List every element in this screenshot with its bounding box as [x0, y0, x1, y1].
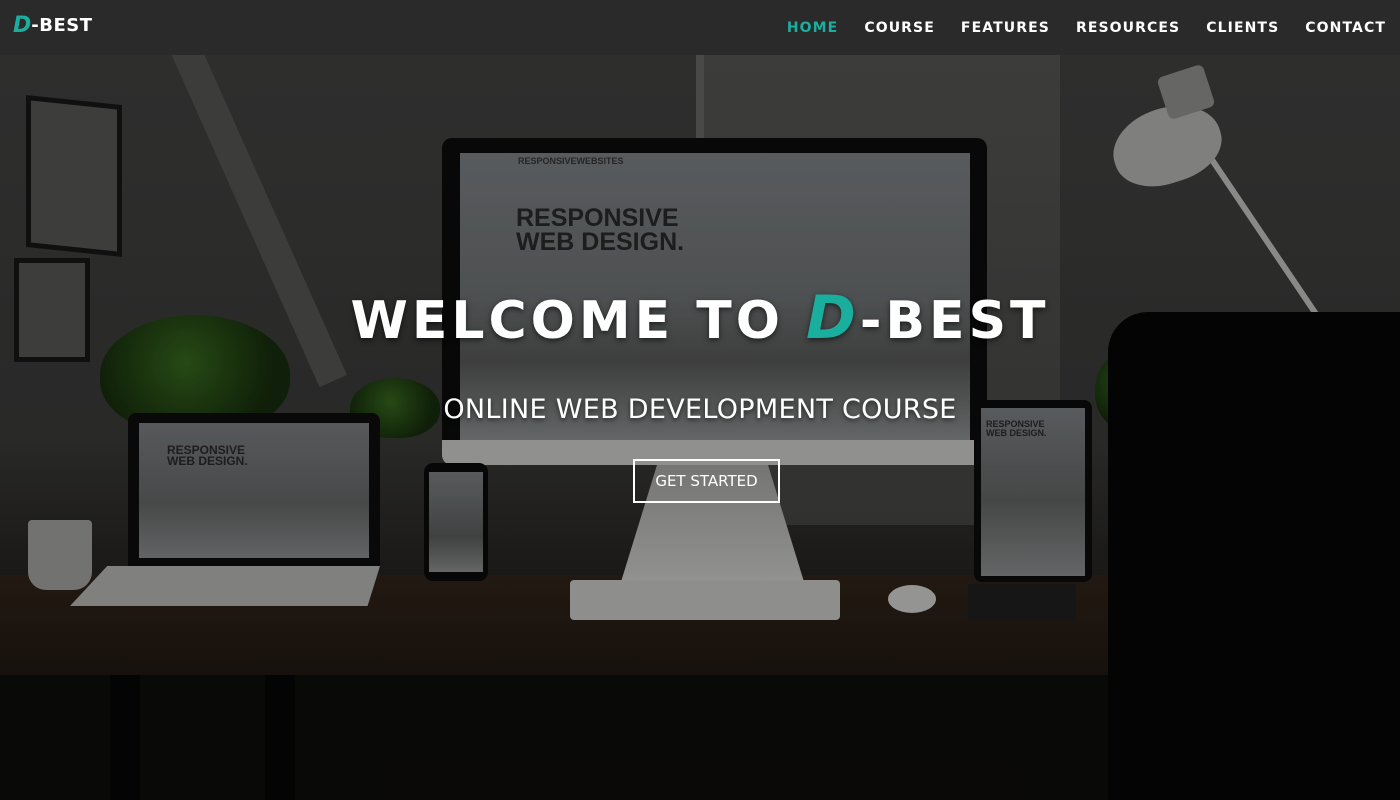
navbar: D -BEST HOME COURSE FEATURES RESOURCES C… [0, 0, 1400, 55]
get-started-button[interactable]: GET STARTED [633, 459, 780, 503]
hero-title-prefix: WELCOME TO [350, 291, 807, 351]
hero-subtitle: ONLINE WEB DEVELOPMENT COURSE [443, 394, 957, 425]
nav-link-contact[interactable]: CONTACT [1305, 20, 1386, 36]
logo-mark: D [13, 13, 32, 38]
hero-title-suffix: -BEST [859, 291, 1050, 351]
hero-title-mark: D [806, 283, 860, 353]
nav-link-resources[interactable]: RESOURCES [1076, 20, 1180, 36]
nav-link-course[interactable]: COURSE [864, 20, 935, 36]
logo-text: -BEST [31, 15, 93, 36]
nav-link-features[interactable]: FEATURES [961, 20, 1050, 36]
brand-logo[interactable]: D -BEST [13, 13, 93, 38]
nav-link-clients[interactable]: CLIENTS [1206, 20, 1279, 36]
hero-title: WELCOME TO D-BEST [0, 282, 1400, 357]
nav-link-home[interactable]: HOME [787, 20, 839, 36]
main-nav: HOME COURSE FEATURES RESOURCES CLIENTS C… [761, 0, 1386, 55]
hero-section: WELCOME TO D-BEST ONLINE WEB DEVELOPMENT… [0, 0, 1400, 800]
